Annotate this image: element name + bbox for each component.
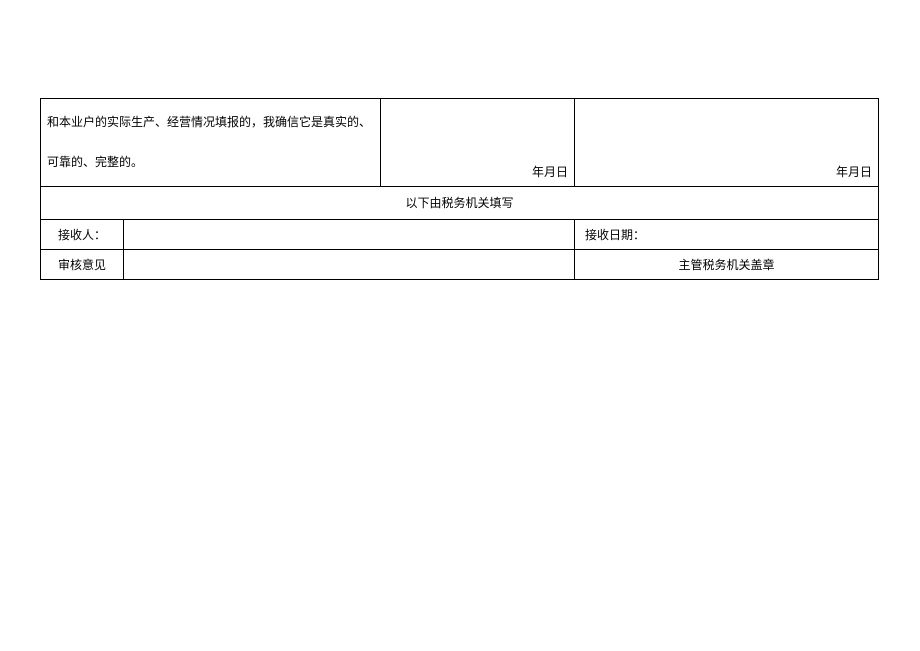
date-label-2: 年月日 xyxy=(836,163,872,180)
receive-date-label: 接收日期： xyxy=(585,226,645,243)
review-opinion-value xyxy=(123,250,574,279)
authority-stamp-label: 主管税务机关盖章 xyxy=(574,250,878,279)
recipient-value xyxy=(123,220,574,249)
declaration-line2: 可靠的、完整的。 xyxy=(47,149,372,175)
tax-authority-heading-row: 以下由税务机关填写 xyxy=(41,187,878,220)
recipient-row: 接收人： 接收日期： xyxy=(41,220,878,250)
date-cell-right: 年月日 xyxy=(574,99,878,186)
review-row: 审核意见 主管税务机关盖章 xyxy=(41,250,878,280)
declaration-line1: 和本业户的实际生产、经营情况填报的，我确信它是真实的、 xyxy=(47,109,372,135)
form-table: 和本业户的实际生产、经营情况填报的，我确信它是真实的、 可靠的、完整的。 年月日… xyxy=(40,98,879,280)
review-opinion-label: 审核意见 xyxy=(41,250,123,279)
date-cell-left: 年月日 xyxy=(380,99,574,186)
receive-date: 接收日期： xyxy=(574,220,878,249)
declaration-statement-cell: 和本业户的实际生产、经营情况填报的，我确信它是真实的、 可靠的、完整的。 xyxy=(41,99,380,186)
recipient-label: 接收人： xyxy=(41,220,123,249)
date-label-1: 年月日 xyxy=(532,163,568,180)
tax-authority-heading: 以下由税务机关填写 xyxy=(41,187,878,219)
declaration-row: 和本业户的实际生产、经营情况填报的，我确信它是真实的、 可靠的、完整的。 年月日… xyxy=(41,99,878,187)
